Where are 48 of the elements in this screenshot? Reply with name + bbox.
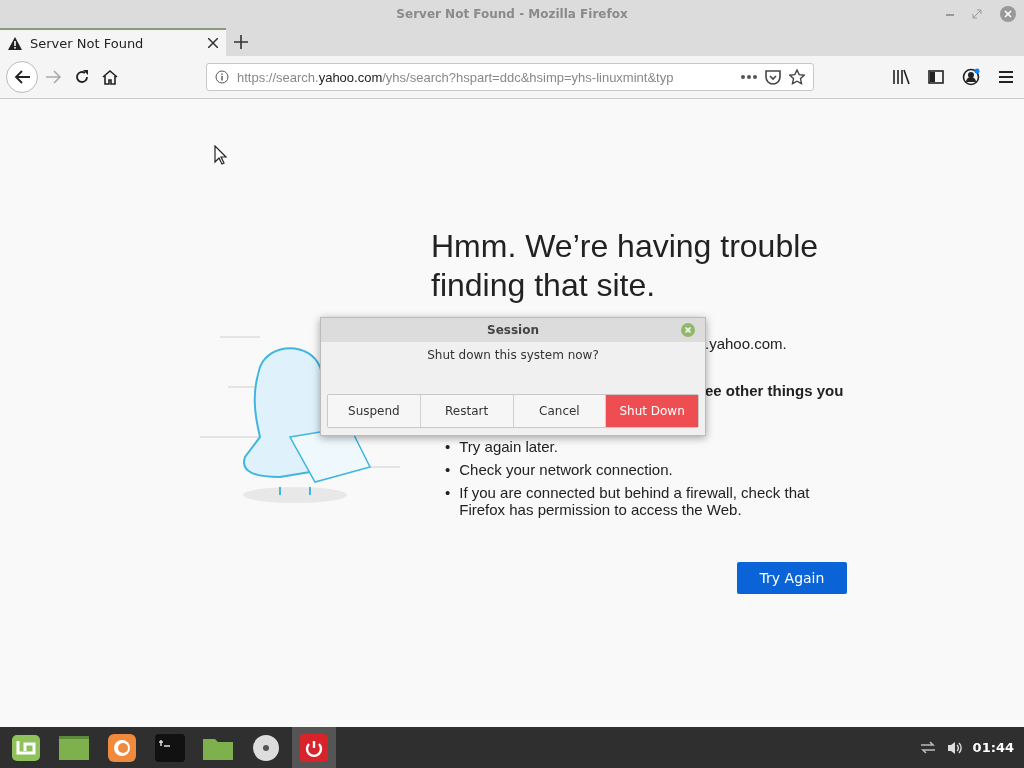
address-bar[interactable]: https://search.yahoo.com/yhs/search?hspart=ddc&hsimp=yhs-linuxmint&typ bbox=[206, 63, 814, 91]
back-button[interactable] bbox=[6, 61, 38, 93]
mint-logo-icon bbox=[11, 733, 41, 762]
browser-icon bbox=[108, 733, 136, 762]
close-icon[interactable] bbox=[1000, 6, 1016, 22]
reload-icon bbox=[74, 69, 90, 85]
account-icon bbox=[962, 68, 980, 86]
clock: 01:44 bbox=[972, 740, 1014, 755]
more-icon[interactable] bbox=[741, 75, 757, 79]
suggestion-heading: ee other things you bbox=[705, 382, 844, 399]
library-icon bbox=[892, 69, 910, 85]
dialog-button[interactable]: Suspend bbox=[328, 395, 420, 427]
taskbar-launcher[interactable] bbox=[292, 727, 336, 768]
suggestion-item: Try again later. bbox=[459, 438, 558, 455]
bullet-marker: • bbox=[445, 484, 451, 503]
try-again-button[interactable]: Try Again bbox=[737, 562, 847, 594]
dialog-button[interactable]: Restart bbox=[419, 395, 513, 427]
warning-icon bbox=[8, 36, 22, 50]
dialog-message: Shut down this system now? bbox=[427, 348, 599, 362]
error-heading: Hmm. We’re having trouble finding that site. bbox=[431, 227, 820, 305]
bullet-marker: • bbox=[445, 438, 451, 455]
info-icon[interactable] bbox=[215, 70, 229, 84]
menu-icon bbox=[998, 70, 1014, 84]
bullet-marker: • bbox=[445, 461, 451, 478]
suggestion-item: Check your network connection. bbox=[459, 461, 673, 478]
volume-icon[interactable] bbox=[946, 740, 963, 755]
forward-arrow-icon bbox=[46, 70, 62, 84]
close-tab-icon[interactable] bbox=[208, 38, 218, 48]
dialog-button[interactable]: Shut Down bbox=[605, 395, 698, 427]
plus-icon bbox=[234, 35, 248, 49]
window-title: Server Not Found - Mozilla Firefox bbox=[396, 7, 628, 21]
home-icon bbox=[102, 69, 118, 85]
dialog-button[interactable]: Cancel bbox=[512, 395, 606, 427]
pocket-icon[interactable] bbox=[765, 69, 781, 85]
back-arrow-icon bbox=[14, 70, 30, 84]
terminal-icon bbox=[155, 733, 185, 762]
error-text: .yahoo.com. bbox=[705, 335, 787, 352]
star-icon[interactable] bbox=[789, 69, 805, 85]
suggestion-item: If you are connected but behind a firewall, check that Firefox has permission to access the Web. bbox=[459, 484, 811, 518]
network-icon[interactable] bbox=[918, 739, 937, 756]
disc-icon bbox=[252, 733, 280, 762]
sidebar-icon bbox=[928, 70, 944, 84]
power-icon bbox=[300, 733, 328, 762]
browser-tab[interactable]: Server Not Found bbox=[0, 28, 226, 56]
window-icon bbox=[59, 735, 89, 760]
dialog-title: Session bbox=[487, 323, 539, 337]
mouse-pointer-icon bbox=[214, 145, 228, 165]
url-text: https://search.yahoo.com/yhs/search?hspart=ddc&hsimp=yhs-linuxmint&typ bbox=[237, 69, 675, 85]
